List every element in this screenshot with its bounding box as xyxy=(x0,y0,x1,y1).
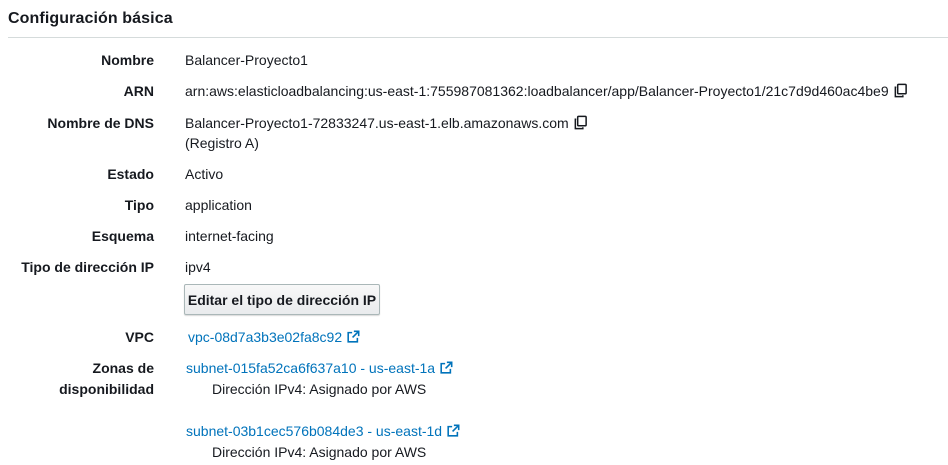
dns-row: Balancer-Proyecto1-72833247.us-east-1.el… xyxy=(185,113,588,135)
copy-icon[interactable] xyxy=(893,83,908,103)
dns-label: Nombre de DNS xyxy=(47,115,154,131)
copy-icon[interactable] xyxy=(573,115,588,135)
availability-zones-label-line2: disponibilidad xyxy=(59,381,154,397)
vpc-label: VPC xyxy=(125,329,154,345)
subnet-link-1[interactable]: subnet-015fa52ca6f637a10 - us-east-1a xyxy=(186,358,453,380)
arn-label: ARN xyxy=(123,83,154,99)
ip-address-type-label: Tipo de dirección IP xyxy=(21,259,154,275)
subnet-1-ipv4-detail: Dirección IPv4: Asignado por AWS xyxy=(212,381,427,397)
section-title: Configuración básica xyxy=(8,10,173,27)
subnet-link-1-text[interactable]: subnet-015fa52ca6f637a10 - us-east-1a xyxy=(186,360,435,376)
scheme-value: internet-facing xyxy=(185,228,274,244)
vpc-link-text[interactable]: vpc-08d7a3b3e02fa8c92 xyxy=(188,329,342,345)
basic-configuration-panel: Configuración básica Nombre Balancer-Pro… xyxy=(0,0,948,465)
availability-zones-label-line1: Zonas de xyxy=(92,360,154,376)
external-link-icon[interactable] xyxy=(446,423,460,443)
external-link-icon[interactable] xyxy=(439,360,453,380)
type-value: application xyxy=(185,197,252,213)
subnet-link-2-text[interactable]: subnet-03b1cec576b084de3 - us-east-1d xyxy=(186,423,442,439)
state-label: Estado xyxy=(107,166,154,182)
state-value: Activo xyxy=(185,166,224,182)
arn-value: arn:aws:elasticloadbalancing:us-east-1:7… xyxy=(185,83,889,99)
section-divider xyxy=(8,37,948,38)
dns-value: Balancer-Proyecto1-72833247.us-east-1.el… xyxy=(185,115,569,131)
ip-address-type-value: ipv4 xyxy=(185,259,211,275)
availability-zones-label: Zonas de disponibilidad xyxy=(34,358,154,400)
vpc-link[interactable]: vpc-08d7a3b3e02fa8c92 xyxy=(188,327,360,349)
dns-record-note: (Registro A) xyxy=(185,135,259,151)
name-value: Balancer-Proyecto1 xyxy=(185,52,308,68)
external-link-icon[interactable] xyxy=(346,329,360,349)
type-label: Tipo xyxy=(124,197,154,213)
arn-row: arn:aws:elasticloadbalancing:us-east-1:7… xyxy=(185,81,908,103)
scheme-label: Esquema xyxy=(91,228,154,244)
subnet-2-ipv4-detail: Dirección IPv4: Asignado por AWS xyxy=(212,444,427,460)
name-label: Nombre xyxy=(101,52,154,68)
subnet-link-2[interactable]: subnet-03b1cec576b084de3 - us-east-1d xyxy=(186,421,460,443)
edit-ip-address-type-button[interactable]: Editar el tipo de dirección IP xyxy=(184,284,380,315)
